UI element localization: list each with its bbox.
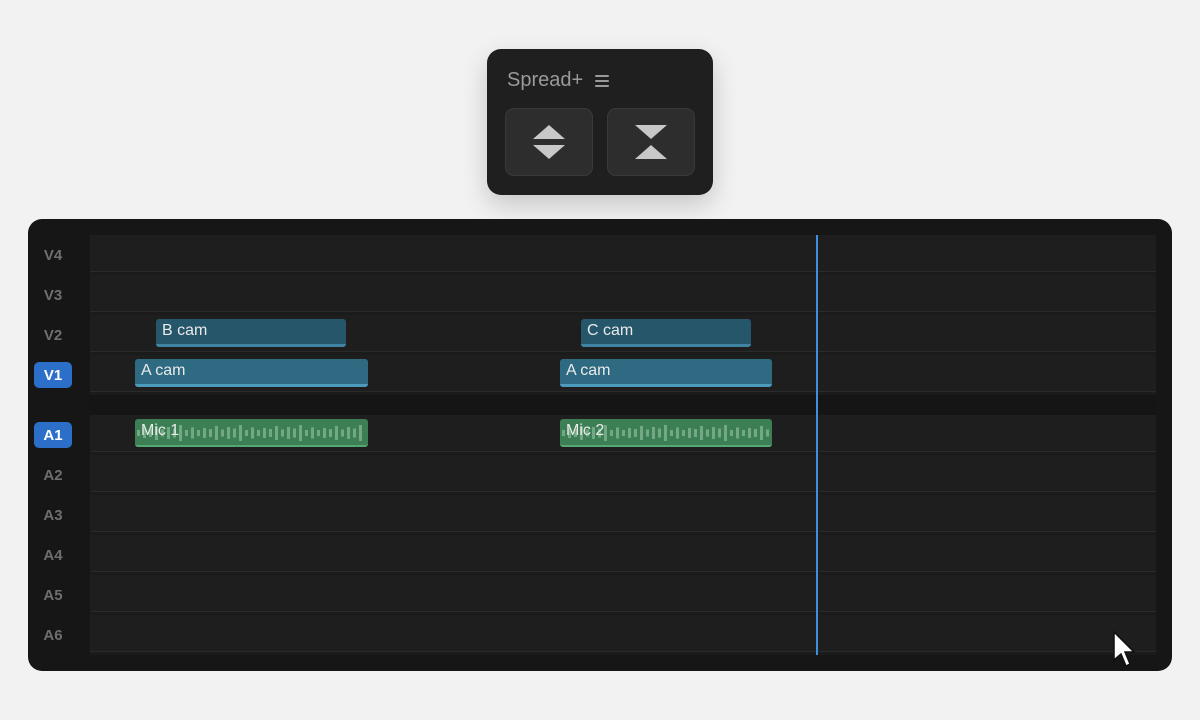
clip-b-cam[interactable]: B cam	[156, 319, 346, 347]
track-row-a6[interactable]	[90, 615, 1156, 652]
track-row-v4[interactable]	[90, 235, 1156, 272]
clip-label: Mic 1	[141, 422, 180, 439]
clip-a-cam-2[interactable]: A cam	[560, 359, 772, 387]
track-divider	[90, 395, 1156, 415]
panel-header: Spread+	[507, 69, 610, 92]
track-label-a1[interactable]: A1	[34, 422, 72, 448]
track-row-a3[interactable]	[90, 495, 1156, 532]
track-label-v1[interactable]: V1	[34, 362, 72, 388]
track-row-a5[interactable]	[90, 575, 1156, 612]
track-label-a5[interactable]: A5	[34, 582, 72, 608]
clip-mic-2[interactable]: Mic 2	[560, 419, 772, 447]
track-label-a6[interactable]: A6	[34, 622, 72, 648]
track-row-a4[interactable]	[90, 535, 1156, 572]
track-label-a4[interactable]: A4	[34, 542, 72, 568]
hamburger-menu-icon[interactable]	[595, 74, 610, 87]
track-label-v4[interactable]: V4	[34, 242, 72, 268]
clip-c-cam[interactable]: C cam	[581, 319, 751, 347]
collapse-vertical-icon	[635, 125, 667, 159]
clip-label: A cam	[566, 362, 611, 379]
clip-label: B cam	[162, 322, 208, 339]
clip-a-cam-1[interactable]: A cam	[135, 359, 368, 387]
track-label-v3[interactable]: V3	[34, 282, 72, 308]
spread-panel: Spread+	[487, 49, 713, 195]
timeline: V4 V3 V2 V1 A1 A2 A3 A4 A5 A6 B cam C ca…	[28, 219, 1172, 671]
track-label-a3[interactable]: A3	[34, 502, 72, 528]
mouse-pointer-icon	[1113, 630, 1136, 668]
track-row-v3[interactable]	[90, 275, 1156, 312]
clip-label: C cam	[587, 322, 634, 339]
expand-vertical-icon	[533, 125, 565, 159]
clip-mic-1[interactable]: Mic 1	[135, 419, 368, 447]
clip-label: A cam	[141, 362, 186, 379]
collapse-button[interactable]	[607, 108, 695, 176]
track-row-a2[interactable]	[90, 455, 1156, 492]
spread-button[interactable]	[505, 108, 593, 176]
track-label-v2[interactable]: V2	[34, 322, 72, 348]
playhead[interactable]	[816, 235, 818, 655]
track-label-a2[interactable]: A2	[34, 462, 72, 488]
clip-label: Mic 2	[566, 422, 605, 439]
panel-title: Spread+	[507, 69, 584, 91]
